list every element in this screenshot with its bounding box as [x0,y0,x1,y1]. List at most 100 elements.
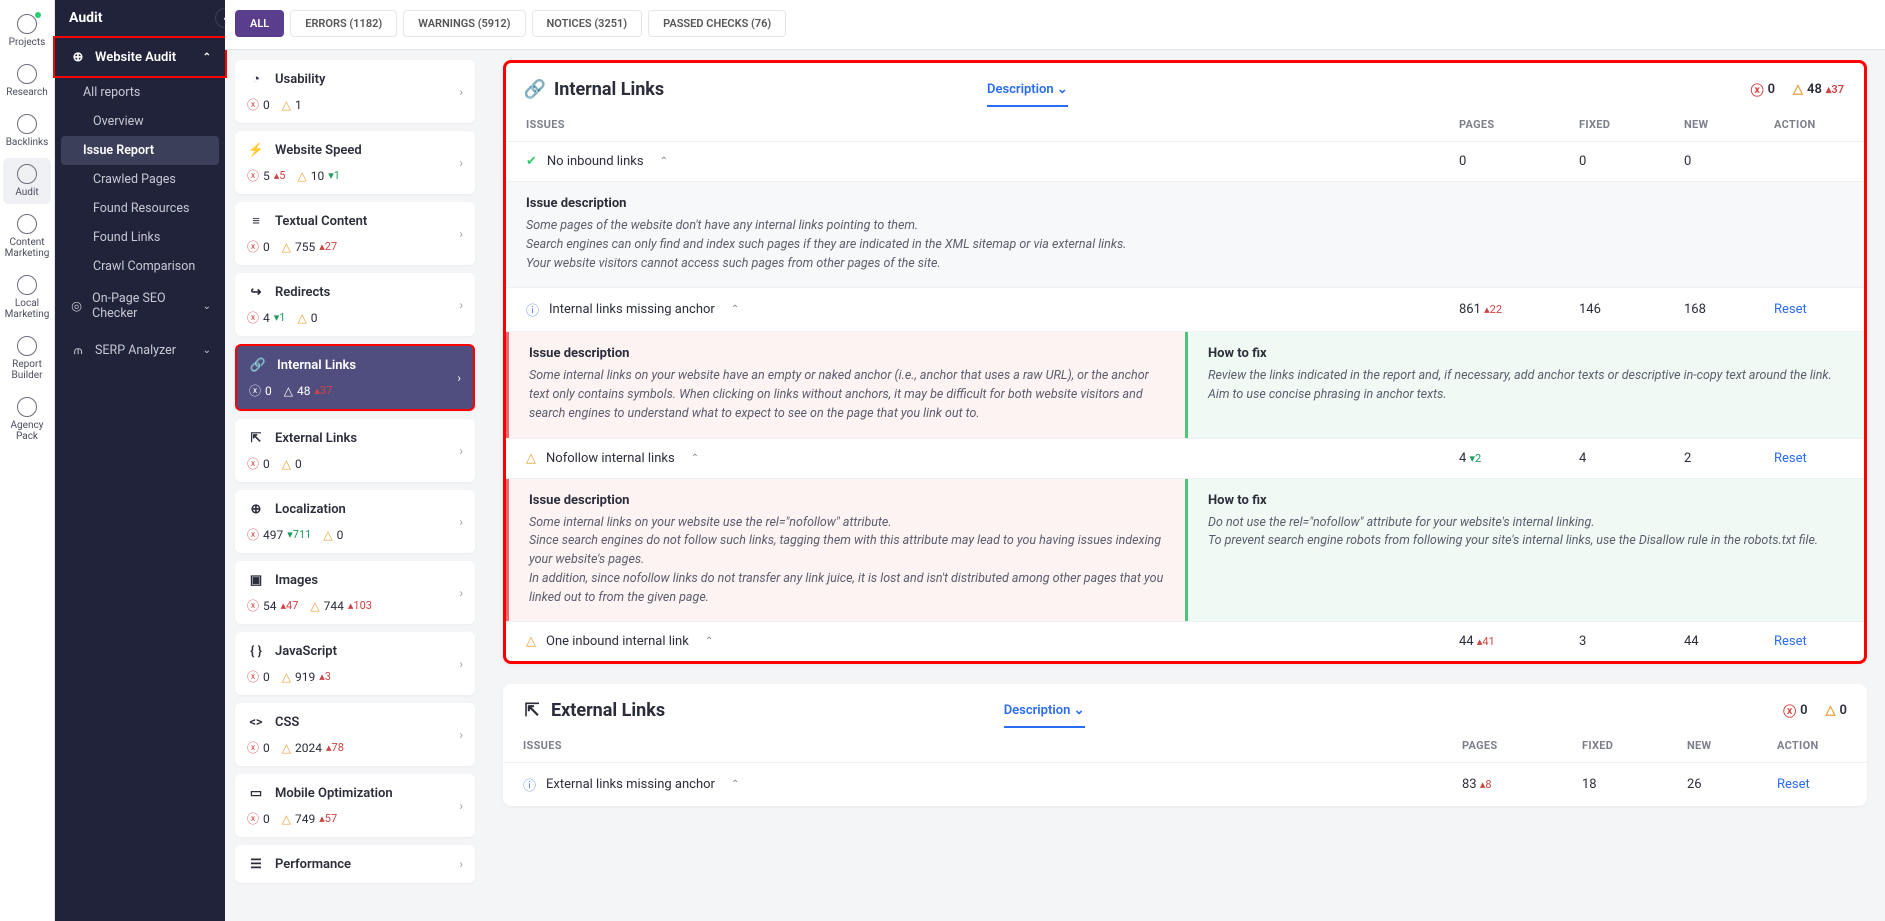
category-external-links[interactable]: ⇱External Linksⓧ 0△ 0› [235,419,475,482]
category-label: Mobile Optimization [275,786,393,801]
sidebar-crawled-pages[interactable]: Crawled Pages [55,165,225,194]
category-mobile-optimization[interactable]: ▭Mobile Optimizationⓧ 0△ 749 ▴57› [235,774,475,837]
error-icon: ⓧ [247,810,259,827]
issue-name: Internal links missing anchor [549,302,715,317]
how-to-fix: How to fixDo not use the rel="nofollow" … [1185,479,1864,622]
category-website-speed[interactable]: ⚡Website Speedⓧ 5 ▴5△ 10 ▾1› [235,131,475,194]
category-images[interactable]: ▣Imagesⓧ 54 ▴47△ 744 ▴103› [235,561,475,624]
tab-passed[interactable]: PASSED CHECKS (76) [648,10,786,37]
error-icon: ⓧ [247,238,259,255]
reset-link[interactable]: Reset [1774,634,1807,649]
error-icon: ⓧ [247,96,259,113]
chevron-icon: ⌃ [705,636,713,647]
tab-all[interactable]: ALL [235,10,284,37]
category-label: Localization [275,502,346,517]
fixed-count: 3 [1579,634,1684,649]
sidebar-title: Audit [55,0,225,36]
issue-row[interactable]: ⓘInternal links missing anchor⌃ 861 ▴22 … [506,287,1864,331]
website-audit-header[interactable]: ⊕ Website Audit ⌃ [55,38,225,76]
sidebar: ‹ Audit ⊕ Website Audit ⌃ All reports Ov… [55,0,225,921]
description-tab[interactable]: Description ⌄ [1004,703,1085,728]
warning-icon: △ [282,240,291,254]
warning-icon: △ [1793,82,1803,97]
fixed-count: 146 [1579,302,1684,317]
issue-row[interactable]: △Nofollow internal links⌃ 4 ▾2 4 2 Reset [506,438,1864,478]
issue-description: Issue descriptionSome internal links on … [506,479,1185,622]
category-internal-links[interactable]: 🔗Internal Linksⓧ 0△ 48 ▴37› [235,344,475,411]
error-icon: ⓧ [247,597,259,614]
warning-icon: △ [284,384,293,398]
rail-content[interactable]: Content Marketing [3,208,51,265]
category-stats: ⓧ 0△ 755 ▴27 [247,238,463,255]
issue-row[interactable]: ⓘExternal links missing anchor⌃ 83 ▴8 18… [503,762,1867,806]
rail-research[interactable]: Research [3,58,51,104]
sidebar-issue-report[interactable]: Issue Report [61,136,219,165]
sidebar-crawl-comparison[interactable]: Crawl Comparison [55,252,225,281]
sidebar-found-resources[interactable]: Found Resources [55,194,225,223]
rail-report[interactable]: Report Builder [3,330,51,387]
issue-name: External links missing anchor [546,777,715,792]
rail-projects[interactable]: Projects [3,8,51,54]
chevron-down-icon: ⌄ [203,345,211,356]
category-icon: ≡ [247,212,265,230]
tab-errors[interactable]: ERRORS (1182) [290,10,397,37]
rail-local[interactable]: Local Marketing [3,269,51,326]
category-icon: ▣ [247,571,265,589]
error-icon: ⓧ [247,455,259,472]
internal-links-panel: 🔗 Internal Links Description ⌄ ⓧ 0 △ 48 … [503,60,1867,664]
reset-link[interactable]: Reset [1777,777,1810,792]
description-tab[interactable]: Description ⌄ [987,82,1068,107]
rail-audit[interactable]: Audit [3,158,51,204]
globe-icon: ⊕ [69,48,87,66]
chevron-right-icon: › [459,156,463,170]
chevron-icon: ⌃ [731,779,739,790]
chevron-right-icon: › [459,657,463,671]
sidebar-all-reports[interactable]: All reports [55,78,225,107]
category-label: Redirects [275,285,330,300]
target-icon: ◎ [69,297,84,315]
pages-count: 4 ▾2 [1459,451,1579,466]
website-audit-section: ⊕ Website Audit ⌃ [53,36,227,78]
rail-agency[interactable]: Agency Pack [3,391,51,448]
reset-link[interactable]: Reset [1774,451,1807,466]
category-stats: ⓧ 0△ 749 ▴57 [247,810,463,827]
report-icon [17,336,37,356]
category-icon: { } [247,642,265,660]
category-redirects[interactable]: ↪Redirectsⓧ 4 ▾1△ 0› [235,273,475,336]
category-textual-content[interactable]: ≡Textual Contentⓧ 0△ 755 ▴27› [235,202,475,265]
home-icon [17,14,37,34]
panel-title: ⇱ External Links [523,700,665,721]
sidebar-onpage-seo[interactable]: ◎ On-Page SEO Checker ⌄ [55,281,225,331]
category-performance[interactable]: ☰Performance› [235,845,475,883]
tab-notices[interactable]: NOTICES (3251) [532,10,643,37]
panel-title: 🔗 Internal Links [526,79,664,100]
link-icon [17,114,37,134]
pages-count: 0 [1459,154,1579,169]
issue-name: One inbound internal link [546,634,689,649]
category-css[interactable]: <>CSSⓧ 0△ 2024 ▴78› [235,703,475,766]
chevron-icon: ⌃ [731,304,739,315]
pin-icon [17,275,37,295]
sidebar-serp-analyzer[interactable]: ⫙ SERP Analyzer ⌄ [55,331,225,369]
pages-count: 44 ▴41 [1459,634,1579,649]
category-stats: ⓧ 0△ 2024 ▴78 [247,739,463,756]
external-link-icon: ⇱ [523,702,541,720]
info-icon: ⓘ [523,775,536,794]
category-localization[interactable]: ⊕Localizationⓧ 497 ▾711△ 0› [235,490,475,553]
pencil-icon [17,214,37,234]
warning-icon: △ [297,169,306,183]
category-icon: ↪ [247,283,265,301]
new-count: 168 [1684,302,1774,317]
reset-link[interactable]: Reset [1774,302,1807,317]
warning-icon: △ [282,670,291,684]
issue-row[interactable]: △One inbound internal link⌃ 44 ▴41 3 44 … [506,621,1864,661]
rail-backlinks[interactable]: Backlinks [3,108,51,154]
sidebar-found-links[interactable]: Found Links [55,223,225,252]
tab-warnings[interactable]: WARNINGS (5912) [403,10,525,37]
issue-row[interactable]: ✔No inbound links⌃ 0 0 0 [506,141,1864,181]
sidebar-overview[interactable]: Overview [55,107,225,136]
category-javascript[interactable]: { }JavaScriptⓧ 0△ 919 ▴3› [235,632,475,695]
category-usability[interactable]: ◔Usabilityⓧ 0△ 1› [235,60,475,123]
check-circle-icon [17,164,37,184]
chevron-right-icon: › [459,728,463,742]
